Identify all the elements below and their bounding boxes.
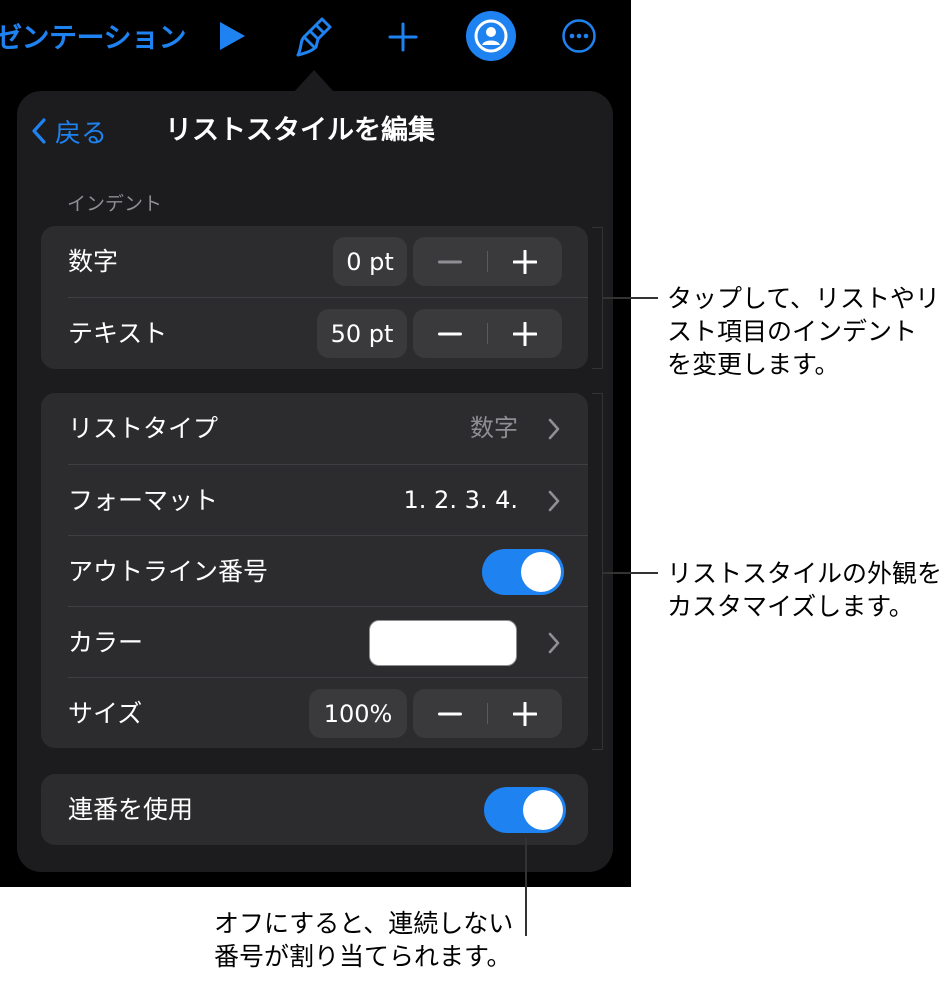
format-value: 1. 2. 3. 4.: [403, 486, 518, 514]
format-label: フォーマット: [68, 486, 219, 515]
outline-numbers-row: アウトライン番号: [41, 536, 588, 607]
size-value[interactable]: 100%: [309, 689, 407, 738]
indent-text-label: テキスト: [68, 319, 168, 348]
paintbrush-icon[interactable]: [292, 14, 336, 60]
format-row[interactable]: フォーマット 1. 2. 3. 4.: [41, 465, 588, 536]
continue-numbering-toggle[interactable]: [484, 787, 566, 833]
color-label: カラー: [68, 628, 144, 657]
list-type-row[interactable]: リストタイプ 数字: [41, 393, 588, 464]
size-label: サイズ: [68, 699, 143, 728]
style-leader-line: [602, 572, 658, 574]
back-button[interactable]: 戻る: [31, 111, 107, 151]
outline-numbers-label: アウトライン番号: [68, 557, 269, 586]
popover-arrow: [294, 70, 334, 92]
indent-leader-line: [602, 297, 658, 299]
indent-number-row: 数字 0 pt: [41, 226, 588, 297]
numbering-leader-line: [525, 838, 527, 936]
popover-title: リストスタイルを編集: [165, 115, 435, 146]
indent-number-increment-button[interactable]: [488, 237, 562, 286]
list-type-label: リストタイプ: [68, 414, 219, 443]
continue-numbering-label: 連番を使用: [68, 795, 194, 824]
chevron-right-icon: [548, 490, 560, 512]
color-row[interactable]: カラー: [41, 607, 588, 678]
back-label: 戻る: [55, 118, 108, 149]
minus-icon: [438, 332, 462, 335]
indent-callout: タップして、リストやリ スト項目のインデント を変更します。: [667, 284, 941, 379]
list-style-group: リストタイプ 数字 フォーマット 1. 2. 3. 4. アウトライン番号 カラ…: [41, 393, 588, 748]
indent-section-label: インデント: [67, 193, 163, 215]
ipad-screen: ゼンテーション 戻る リストスタイルを編集 インデント 数字 0 pt テキスト…: [0, 0, 631, 887]
indent-text-decrement-button[interactable]: [413, 309, 487, 358]
outline-numbers-toggle[interactable]: [482, 549, 564, 595]
collaborate-icon[interactable]: [465, 10, 517, 62]
indent-number-value[interactable]: 0 pt: [333, 237, 407, 286]
indent-number-stepper: [413, 237, 562, 286]
plus-icon: [513, 321, 537, 346]
indent-text-value[interactable]: 50 pt: [317, 309, 407, 358]
size-stepper: [413, 689, 562, 738]
minus-icon: [438, 712, 462, 715]
style-callout: リストスタイルの外観を カスタマイズします。: [667, 559, 943, 621]
size-increment-button[interactable]: [488, 689, 562, 738]
numbering-callout: オフにすると、連続しない 番号が割り当てられます。: [214, 909, 514, 971]
continue-numbering-row: 連番を使用: [41, 774, 588, 845]
indent-group: 数字 0 pt テキスト 50 pt: [41, 226, 588, 369]
plus-icon[interactable]: [382, 16, 424, 58]
color-swatch[interactable]: [369, 620, 517, 666]
minus-icon: [438, 260, 462, 263]
more-icon[interactable]: [559, 16, 599, 56]
indent-number-label: 数字: [68, 247, 119, 276]
presentation-title: ゼンテーション: [0, 21, 186, 54]
size-decrement-button[interactable]: [413, 689, 487, 738]
indent-text-stepper: [413, 309, 562, 358]
indent-number-decrement-button[interactable]: [413, 237, 487, 286]
edit-list-style-popover: 戻る リストスタイルを編集 インデント 数字 0 pt テキスト 50 pt リ…: [17, 91, 613, 872]
plus-icon: [513, 249, 537, 274]
chevron-right-icon: [548, 632, 560, 654]
size-row: サイズ 100%: [41, 678, 588, 749]
list-type-value: 数字: [470, 414, 518, 442]
toolbar: ゼンテーション: [0, 0, 631, 72]
chevron-left-icon: [32, 118, 46, 144]
indent-text-row: テキスト 50 pt: [41, 298, 588, 369]
plus-icon: [513, 701, 537, 726]
indent-text-increment-button[interactable]: [488, 309, 562, 358]
chevron-right-icon: [548, 418, 560, 440]
play-icon[interactable]: [212, 16, 252, 56]
continue-numbering-group: 連番を使用: [41, 774, 588, 845]
